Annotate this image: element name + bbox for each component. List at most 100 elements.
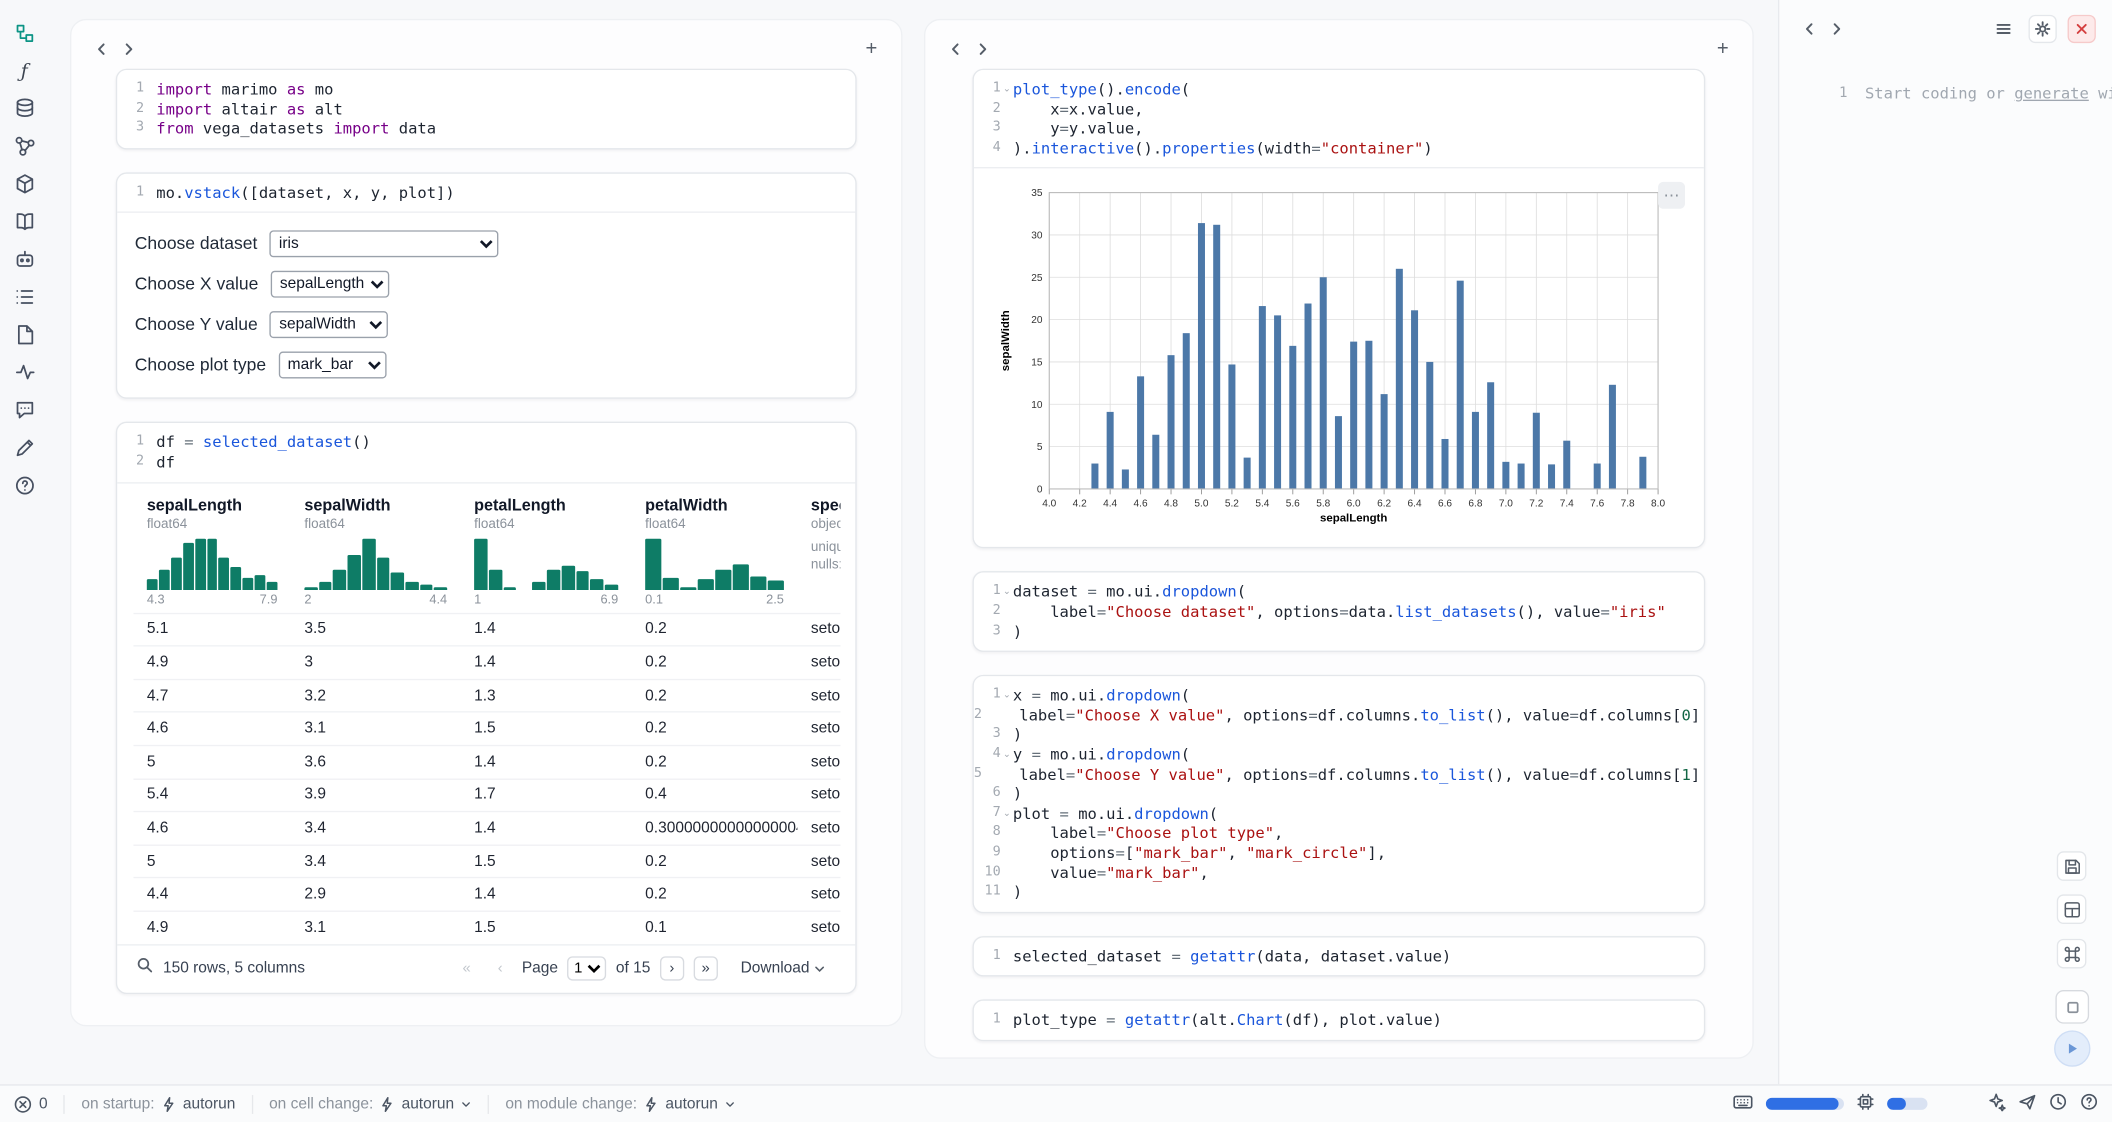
cpu-usage-meter[interactable] — [1887, 1098, 1927, 1110]
svg-text:5.8: 5.8 — [1316, 499, 1330, 510]
column-header-sepalLength[interactable]: sepalLength float64 4.37.9 — [133, 495, 291, 612]
plot-type-select[interactable]: mark_bar — [278, 351, 386, 378]
svg-text:sepalLength: sepalLength — [1320, 513, 1387, 525]
next-page-button[interactable]: › — [660, 956, 684, 980]
column-header-sepalWidth[interactable]: sepalWidth float64 24.4 — [291, 495, 461, 612]
left-column-header: + — [71, 20, 901, 68]
cell-output-controls: Choose dataset iris Choose X value sepal… — [117, 213, 855, 398]
ai-sparkle-icon[interactable] — [1987, 1092, 2006, 1115]
clock-icon[interactable] — [2049, 1092, 2068, 1115]
search-icon[interactable] — [136, 956, 154, 980]
add-cell-button[interactable]: + — [1709, 35, 1736, 62]
packages-icon[interactable] — [13, 172, 36, 195]
chevron-right-icon[interactable] — [1822, 15, 1849, 42]
outline-icon[interactable] — [13, 286, 36, 309]
documentation-icon[interactable] — [13, 210, 36, 233]
help-icon[interactable] — [13, 474, 36, 497]
chevron-left-icon[interactable] — [942, 35, 969, 62]
dropdown-label: Choose X value — [135, 274, 259, 294]
column-histogram[interactable] — [147, 538, 278, 589]
stop-button[interactable] — [2055, 990, 2089, 1024]
column-header-petalLength[interactable]: petalLength float64 16.9 — [461, 495, 632, 612]
chevron-right-icon[interactable] — [968, 35, 995, 62]
code-cell-xy-dropdowns: 1⌄x = mo.ui.dropdown(2 label="Choose X v… — [972, 675, 1705, 913]
tracing-icon[interactable] — [13, 361, 36, 384]
functions-icon[interactable]: ƒ — [13, 59, 36, 82]
table-row[interactable]: 53.41.50.2setos — [133, 844, 840, 877]
first-page-button[interactable]: « — [454, 956, 478, 980]
chevron-left-icon[interactable] — [1795, 15, 1822, 42]
code-editor[interactable]: 1⌄dataset = mo.ui.dropdown(2 label="Choo… — [974, 573, 1704, 651]
code-editor[interactable]: 1mo.vstack([dataset, x, y, plot]) — [117, 173, 855, 212]
command-icon[interactable] — [2057, 939, 2087, 969]
svg-text:7.6: 7.6 — [1590, 499, 1604, 510]
add-cell-button[interactable]: + — [858, 35, 885, 62]
on-cell-change-setting[interactable]: on cell change: autorun — [253, 1093, 488, 1115]
activity-bar: ƒ — [0, 0, 48, 1084]
memory-usage-meter[interactable] — [1766, 1098, 1844, 1110]
chevron-right-icon[interactable] — [114, 35, 141, 62]
cpu-chip-icon — [1856, 1092, 1875, 1115]
chart-menu-button[interactable]: ⋯ — [1658, 182, 1685, 209]
ai-assistant-icon[interactable] — [13, 248, 36, 271]
svg-text:10: 10 — [1031, 400, 1043, 411]
notebook-mid-column: + 1⌄plot_type().encode(2 x=x.value,3 y=y… — [924, 19, 1754, 1059]
page-select[interactable]: 1 — [567, 956, 606, 980]
code-editor[interactable]: 1⌄plot_type().encode(2 x=x.value,3 y=y.v… — [974, 70, 1704, 167]
keyboard-icon[interactable] — [1732, 1092, 1754, 1115]
error-indicator[interactable]: 0 — [11, 1093, 64, 1115]
on-module-change-setting[interactable]: on module change: autorun — [489, 1093, 751, 1115]
download-button[interactable]: Download — [741, 960, 826, 976]
last-page-button[interactable]: » — [693, 956, 717, 980]
datasources-icon[interactable] — [13, 97, 36, 120]
column-histogram[interactable] — [645, 538, 784, 589]
column-header-species[interactable]: speci objec uniqu nulls: — [797, 495, 840, 612]
notebook-left-column: + 1import marimo as mo2import altair as … — [70, 19, 902, 1027]
feedback-icon[interactable] — [13, 399, 36, 422]
table-row[interactable]: 5.13.51.40.2setos — [133, 612, 840, 645]
table-row[interactable]: 4.63.11.50.2setos — [133, 712, 840, 745]
run-button[interactable] — [2054, 1030, 2090, 1066]
column-histogram[interactable] — [304, 538, 447, 589]
scratchpad-editor[interactable]: 1 Start coding or generate with — [1828, 84, 2112, 104]
dropdown-label: Choose Y value — [135, 314, 258, 334]
file-explorer-icon[interactable] — [13, 22, 36, 45]
code-editor[interactable]: 1plot_type = getattr(alt.Chart(df), plot… — [974, 1001, 1704, 1040]
code-editor[interactable]: 1df = selected_dataset()2df — [117, 423, 855, 481]
code-editor[interactable]: 1selected_dataset = getattr(data, datase… — [974, 937, 1704, 976]
table-row[interactable]: 4.73.21.30.2setos — [133, 679, 840, 712]
table-row[interactable]: 4.93.11.50.1setos — [133, 910, 840, 943]
bar-chart[interactable]: 051015202530354.04.24.44.64.85.05.25.45.… — [995, 182, 1668, 530]
svg-text:6.2: 6.2 — [1377, 499, 1391, 510]
y-value-select[interactable]: sepalWidth — [270, 311, 389, 338]
code-editor[interactable]: 1⌄x = mo.ui.dropdown(2 label="Choose X v… — [974, 676, 1704, 911]
chevron-left-icon[interactable] — [88, 35, 115, 62]
table-row[interactable]: 53.61.40.2setos — [133, 745, 840, 778]
mid-column-header: + — [925, 20, 1752, 68]
dataset-select[interactable]: iris — [269, 230, 498, 257]
scratchpad-icon[interactable] — [13, 436, 36, 459]
help-circle-icon[interactable] — [2080, 1092, 2099, 1115]
marimo-app: ƒ + 1import marimo as mo2import altair a… — [0, 0, 2112, 1122]
dependencies-icon[interactable] — [13, 135, 36, 158]
table-row[interactable]: 5.43.91.70.4setos — [133, 778, 840, 811]
column-histogram[interactable] — [474, 538, 618, 589]
layout-grid-icon[interactable] — [2057, 894, 2087, 924]
on-startup-setting[interactable]: on startup: autorun — [65, 1093, 251, 1115]
send-feedback-icon[interactable] — [2018, 1092, 2037, 1115]
table-row[interactable]: 4.63.41.40.30000000000000004setos — [133, 811, 840, 844]
svg-text:35: 35 — [1031, 189, 1043, 200]
generate-ai-link[interactable]: generate — [2014, 84, 2089, 103]
close-icon[interactable] — [2068, 14, 2096, 42]
prev-page-button[interactable]: ‹ — [488, 956, 512, 980]
settings-gear-icon[interactable] — [2028, 14, 2056, 42]
menu-icon[interactable] — [1989, 14, 2017, 42]
snippets-icon[interactable] — [13, 323, 36, 346]
column-header-petalWidth[interactable]: petalWidth float64 0.12.5 — [632, 495, 798, 612]
x-value-select[interactable]: sepalLength — [270, 271, 389, 298]
chart-output: ⋯ 051015202530354.04.24.44.64.85.05.25.4… — [974, 169, 1704, 547]
code-editor[interactable]: 1import marimo as mo2import altair as al… — [117, 70, 855, 148]
save-icon[interactable] — [2057, 851, 2087, 881]
table-row[interactable]: 4.42.91.40.2setos — [133, 877, 840, 910]
table-row[interactable]: 4.931.40.2setos — [133, 645, 840, 678]
